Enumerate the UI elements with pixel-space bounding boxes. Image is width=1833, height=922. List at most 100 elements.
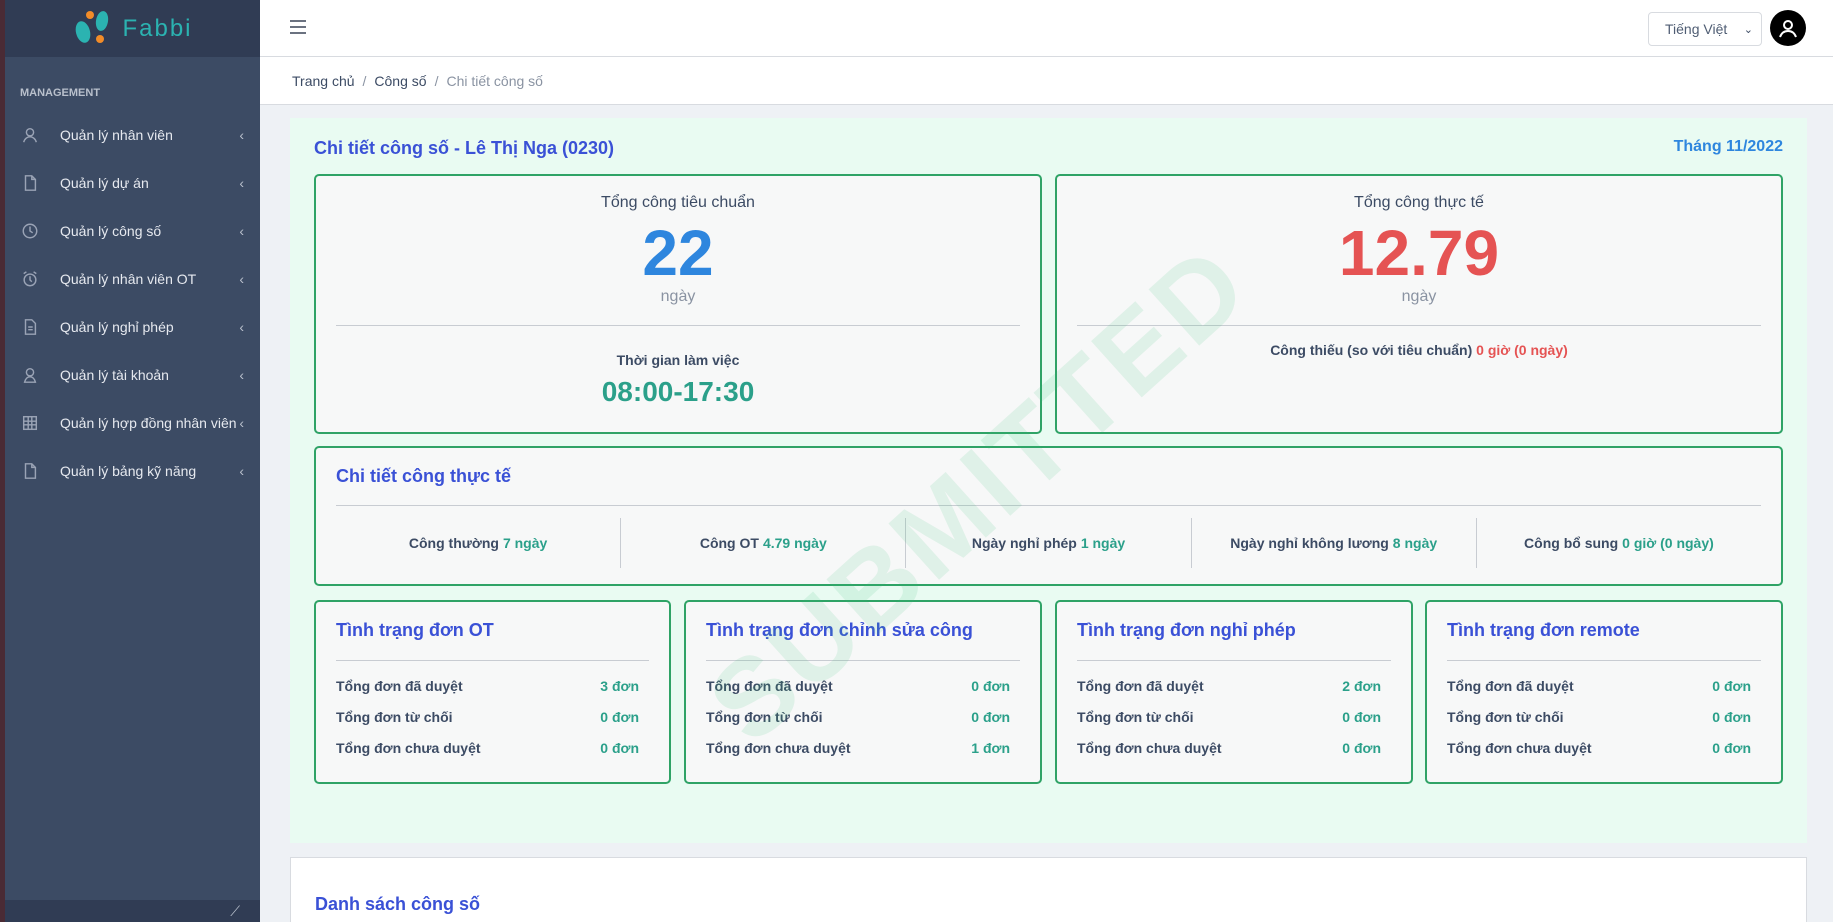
divider — [706, 660, 1020, 661]
remote-request-status-card: Tình trạng đơn remote Tổng đơn đã duyệt 0… — [1425, 600, 1783, 784]
row-label: Tổng đơn chưa duyệt — [1077, 740, 1222, 756]
actual-label: Tổng công thực tế — [1354, 194, 1484, 211]
row-value: 0 đơn — [1342, 709, 1381, 725]
breadcrumb-current: Chi tiết công số — [446, 72, 543, 89]
row-value: 0 đơn — [1712, 709, 1751, 725]
breadcrumb-parent[interactable]: Công số — [374, 73, 426, 89]
missing-label: Công thiếu (so với tiêu chuẩn) — [1270, 342, 1473, 358]
chevron-left-icon: ‹ — [239, 175, 244, 191]
stat-value: 0 giờ (0 ngày) — [1622, 535, 1714, 551]
row-label: Tổng đơn từ chối — [1447, 709, 1564, 725]
row-value: 0 đơn — [1342, 740, 1381, 756]
stat-label: Công thường — [408, 535, 499, 551]
timesheet-edit-request-status-card: Tình trạng đơn chỉnh sửa công Tổng đơn đ… — [684, 600, 1042, 784]
row-value: 0 đơn — [1712, 678, 1751, 694]
user-icon — [20, 125, 40, 145]
actual-unit: ngày — [1401, 288, 1437, 305]
actual-workdays-card: Tổng công thực tế 12.79 ngày Công thiếu … — [1055, 174, 1783, 434]
breakdown-title: Chi tiết công thực tế — [336, 466, 512, 486]
rejected-row: Tổng đơn từ chối 0 đơn — [706, 709, 1010, 725]
chevron-left-icon: ‹ — [239, 463, 244, 479]
month-label: Tháng 11/2022 — [1673, 138, 1783, 155]
stat-supplement: Công bổ sung 0 giờ (0 ngày) — [1477, 518, 1761, 568]
sidebar-item-projects[interactable]: Quản lý dự án ‹ — [5, 159, 260, 207]
breadcrumb-separator: / — [434, 72, 439, 89]
sidebar-item-leave[interactable]: Quản lý nghỉ phép ‹ — [5, 303, 260, 351]
row-value: 3 đơn — [600, 678, 639, 694]
file-icon — [20, 461, 40, 481]
avatar[interactable] — [1770, 10, 1806, 46]
sidebar-item-skills[interactable]: Quản lý bảng kỹ năng ‹ — [5, 447, 260, 495]
divider — [1077, 325, 1761, 326]
sidebar-item-employees[interactable]: Quản lý nhân viên ‹ — [5, 111, 260, 159]
grid-icon — [20, 413, 40, 433]
sidebar-item-workdays[interactable]: Quản lý công số ‹ — [5, 207, 260, 255]
worktime-value: 08:00-17:30 — [601, 376, 755, 407]
chevron-left-icon: ‹ — [239, 367, 244, 383]
approved-row: Tổng đơn đã duyệt 0 đơn — [706, 678, 1010, 694]
divider — [336, 660, 649, 661]
rejected-row: Tổng đơn từ chối 0 đơn — [1447, 709, 1751, 725]
row-label: Tổng đơn đã duyệt — [336, 678, 463, 694]
sidebar-item-contracts[interactable]: Quản lý hợp đồng nhân viên ‹ — [5, 399, 260, 447]
divider — [336, 505, 1761, 506]
row-value: 0 đơn — [600, 740, 639, 756]
pending-row: Tổng đơn chưa duyệt 0 đơn — [1077, 740, 1381, 756]
nav-section-title: MANAGEMENT — [20, 87, 101, 99]
stat-ot: Công OT 4.79 ngày — [621, 518, 907, 568]
stat-unpaid-leave: Ngày nghỉ không lương 8 ngày — [1192, 518, 1477, 568]
row-value: 0 đơn — [1712, 740, 1751, 756]
stat-value: 4.79 ngày — [762, 535, 827, 551]
brand[interactable]: Fabbi — [5, 0, 260, 57]
file-icon — [20, 173, 40, 193]
row-label: Tổng đơn đã duyệt — [1077, 678, 1204, 694]
row-label: Tổng đơn đã duyệt — [1447, 678, 1574, 694]
row-value: 0 đơn — [600, 709, 639, 725]
workday-list-card: Danh sách công số — [290, 857, 1807, 922]
sidebar-item-label: Quản lý nhân viên — [60, 127, 173, 143]
actual-breakdown-card: Chi tiết công thực tế Công thường 7 ngày … — [314, 446, 1783, 586]
sidebar-item-label: Quản lý dự án — [60, 175, 149, 191]
standard-unit: ngày — [660, 288, 696, 305]
row-label: Tổng đơn đã duyệt — [706, 678, 833, 694]
page-title: Chi tiết công số - Lê Thị Nga (0230) — [314, 138, 615, 158]
hamburger-menu-icon[interactable] — [290, 20, 306, 34]
worktime-label: Thời gian làm việc — [616, 352, 740, 368]
top-header: Tiếng Việt ⌄ — [260, 0, 1833, 57]
sidebar-item-label: Quản lý hợp đồng nhân viên — [60, 415, 237, 431]
stat-label: Công OT — [699, 535, 759, 551]
stat-label: Ngày nghỉ phép — [971, 535, 1077, 551]
card-title: Tình trạng đơn nghỉ phép — [1077, 620, 1296, 640]
stat-value: 7 ngày — [502, 535, 548, 551]
standard-workdays-card: Tổng công tiêu chuẩn 22 ngày Thời gian l… — [314, 174, 1042, 434]
divider — [336, 325, 1020, 326]
breakdown-row: Công thường 7 ngày Công OT 4.79 ngày Ngày … — [336, 518, 1761, 568]
stat-regular: Công thường 7 ngày — [336, 518, 622, 568]
list-title: Danh sách công số — [315, 894, 481, 914]
pending-row: Tổng đơn chưa duyệt 0 đơn — [1447, 740, 1751, 756]
sidebar-item-accounts[interactable]: Quản lý tài khoản ‹ — [5, 351, 260, 399]
sidebar-minimizer[interactable]: ⟋ — [5, 900, 260, 922]
card-title: Tình trạng đơn remote — [1447, 620, 1640, 640]
row-value: 1 đơn — [971, 740, 1010, 756]
breadcrumb: Trang chủ / Công số / Chi tiết công số — [260, 57, 1833, 105]
sidebar-item-ot[interactable]: Quản lý nhân viên OT ‹ — [5, 255, 260, 303]
language-select-value: Tiếng Việt — [1665, 21, 1728, 37]
approved-row: Tổng đơn đã duyệt 3 đơn — [336, 678, 639, 694]
pending-row: Tổng đơn chưa duyệt 1 đơn — [706, 740, 1010, 756]
breadcrumb-separator: / — [362, 72, 367, 89]
card-title: Tình trạng đơn chỉnh sửa công — [706, 620, 973, 640]
rejected-row: Tổng đơn từ chối 0 đơn — [336, 709, 639, 725]
sidebar-item-label: Quản lý công số — [60, 223, 162, 239]
card-title: Tình trạng đơn OT — [336, 620, 494, 640]
language-select[interactable]: Tiếng Việt ⌄ — [1648, 12, 1762, 46]
sidebar: Fabbi MANAGEMENT Quản lý nhân viên ‹ Quả… — [0, 0, 260, 922]
document-icon — [20, 317, 40, 337]
chevron-left-icon: ‹ — [239, 127, 244, 143]
breadcrumb-home[interactable]: Trang chủ — [292, 73, 355, 89]
chevron-left-icon: ‹ — [239, 223, 244, 239]
user-icon — [20, 365, 40, 385]
chevron-left-icon: ‹ — [239, 415, 244, 431]
pending-row: Tổng đơn chưa duyệt 0 đơn — [336, 740, 639, 756]
brand-name: Fabbi — [122, 14, 193, 42]
